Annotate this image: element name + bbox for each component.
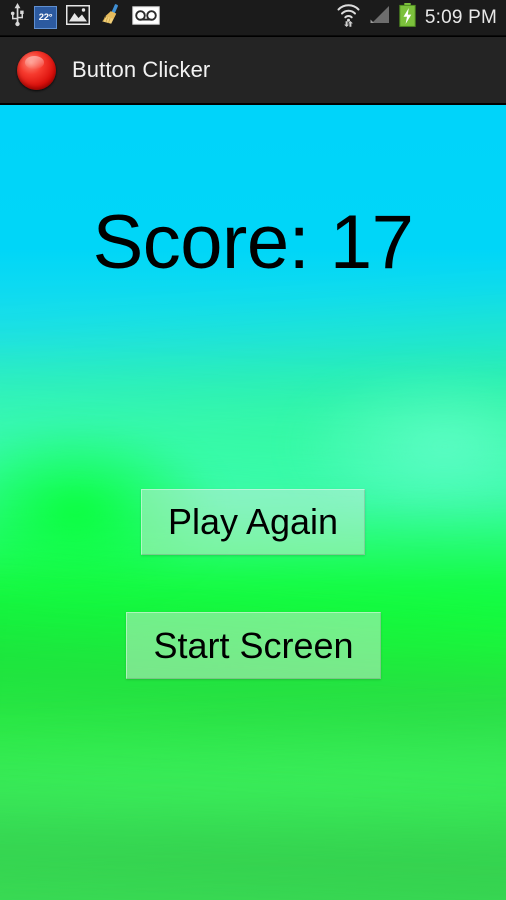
app-title-bar: Button Clicker (0, 37, 506, 104)
status-bar-right-icons: 5:09 PM (336, 3, 506, 32)
temperature-value: 22° (38, 12, 53, 23)
status-bar-clock: 5:09 PM (424, 6, 497, 28)
status-bar[interactable]: 22° 5:09 PM (0, 0, 506, 36)
cleaner-broom-icon (99, 3, 123, 32)
status-bar-left-icons: 22° (0, 3, 160, 32)
score-display: Score: 17 (92, 200, 414, 285)
voicemail-icon (132, 5, 160, 30)
start-screen-button-label: Start Screen (153, 624, 354, 666)
play-again-button-label: Play Again (167, 501, 339, 542)
play-again-button[interactable]: Play Again (141, 489, 365, 555)
app-title-label: Button Clicker (72, 57, 211, 82)
usb-icon (10, 3, 25, 32)
game-content: Score: 17 Play Again Start Screen (0, 105, 506, 900)
temperature-badge: 22° (34, 6, 57, 29)
game-background: Score: 17 Play Again Start Screen (0, 105, 506, 900)
red-button-icon (17, 50, 56, 90)
cellular-signal-icon (368, 4, 392, 31)
battery-charging-icon (399, 3, 416, 32)
wifi-icon (336, 3, 361, 32)
phone-screen: 22° 5:09 PM Button Clicker Score: 17 Pla… (0, 0, 506, 900)
start-screen-button[interactable]: Start Screen (126, 612, 381, 679)
screenshot-image-icon (65, 4, 91, 30)
